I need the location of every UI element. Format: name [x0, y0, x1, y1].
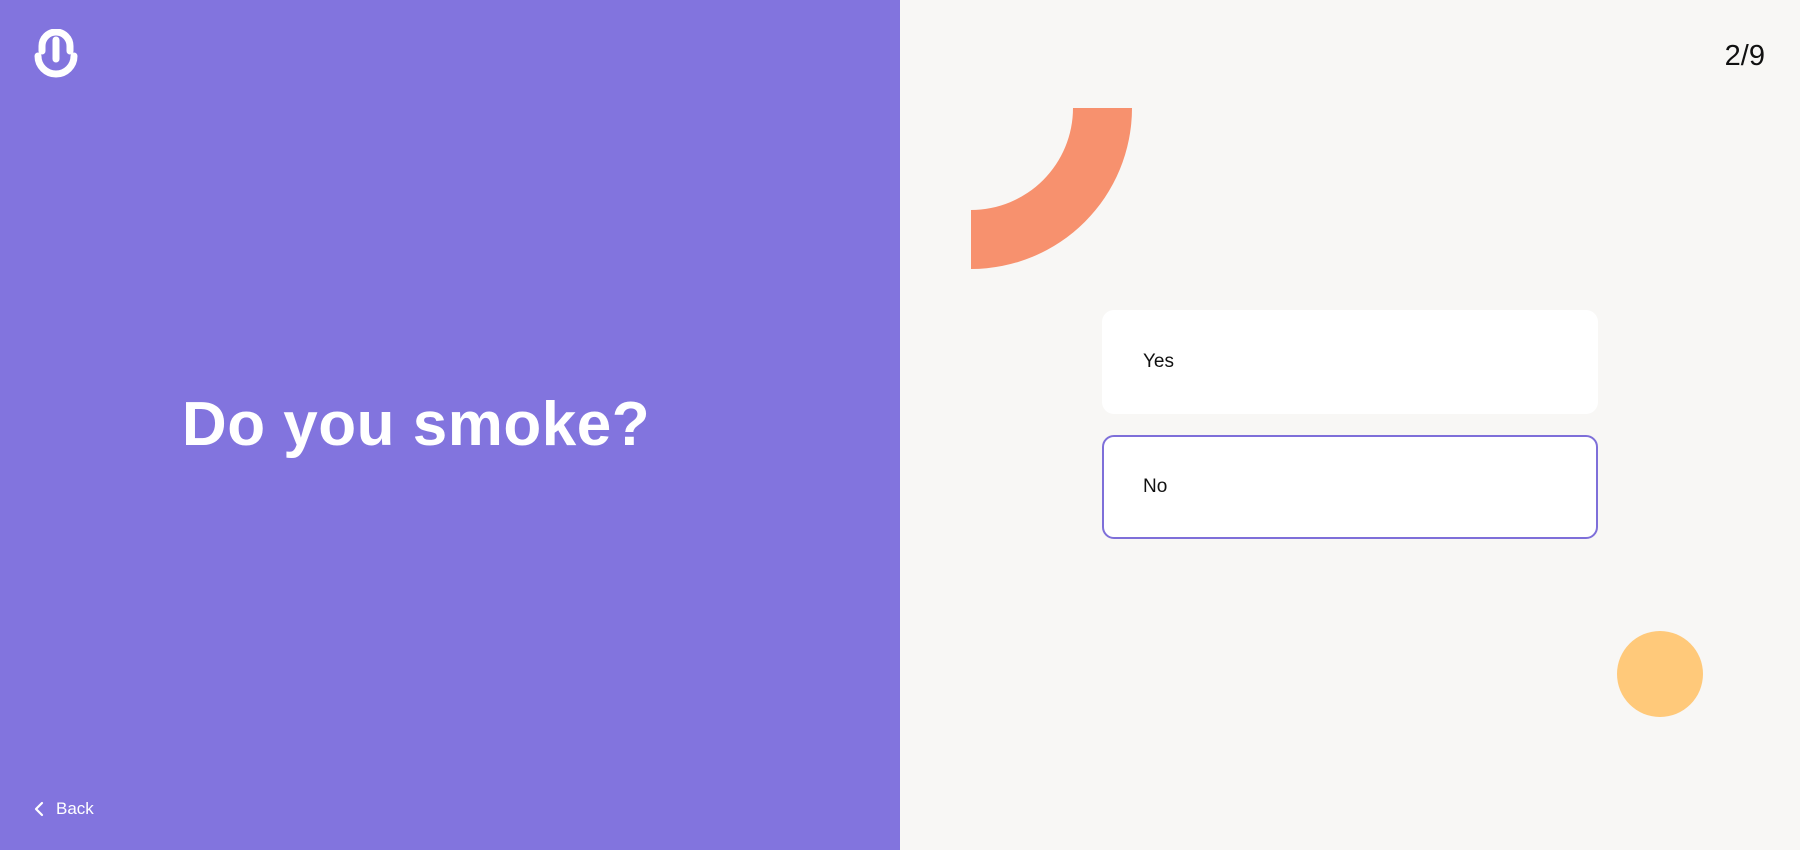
back-label: Back — [56, 799, 94, 818]
option-yes-label: Yes — [1143, 351, 1174, 372]
answer-options: Yes No — [1102, 310, 1598, 560]
decorative-circle — [1617, 631, 1703, 717]
back-button[interactable]: Back — [32, 796, 94, 822]
option-yes[interactable]: Yes — [1102, 310, 1598, 414]
question-title: Do you smoke? — [181, 390, 651, 459]
question-panel: Do you smoke? Back — [0, 0, 900, 850]
progress-indicator: 2/9 — [1724, 40, 1765, 72]
logo-icon[interactable] — [34, 29, 78, 81]
chevron-left-icon — [34, 801, 44, 817]
decorative-arc — [971, 108, 1132, 269]
option-no[interactable]: No — [1102, 435, 1598, 539]
option-no-label: No — [1143, 476, 1168, 497]
